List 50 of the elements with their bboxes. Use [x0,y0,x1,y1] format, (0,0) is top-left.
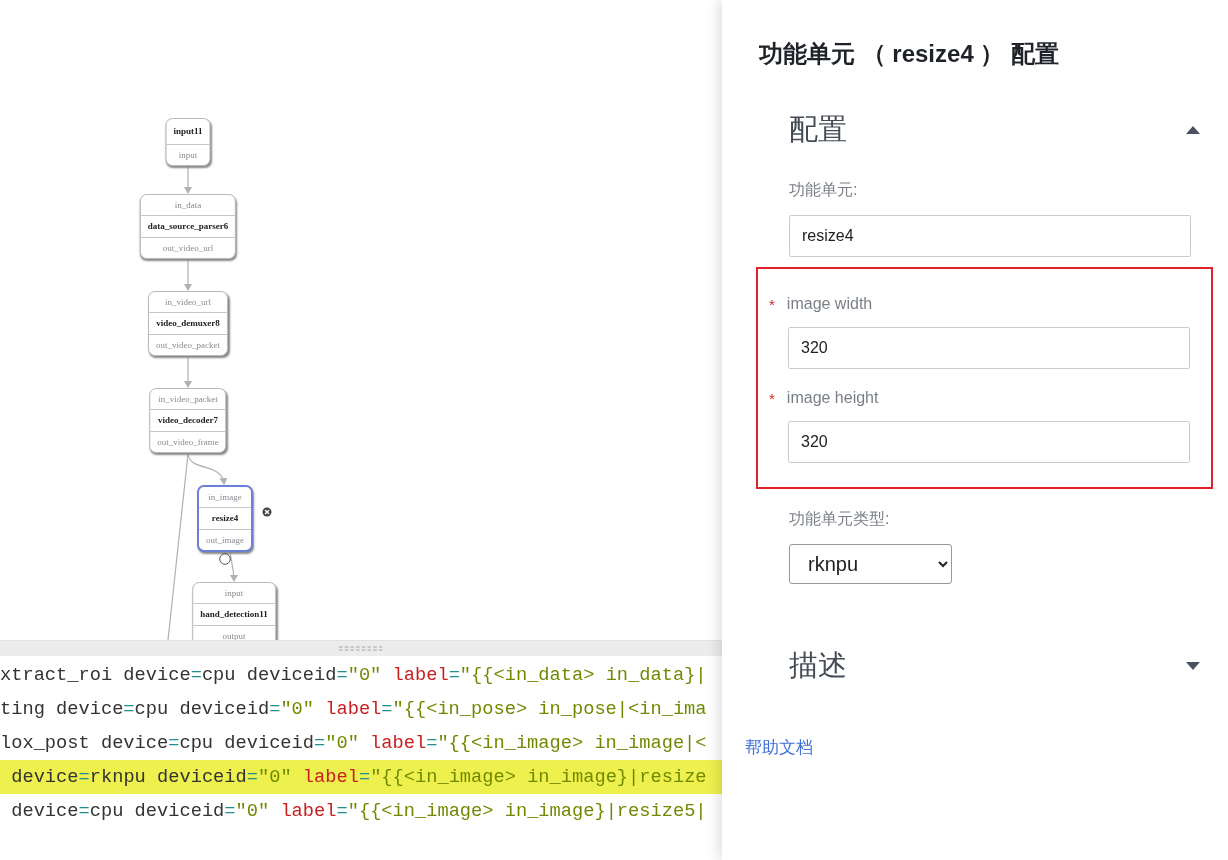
required-asterisk: * [769,295,775,313]
code-line: device=cpu deviceid="0" label="{{<in_image> in_image}|resize5| [10,799,708,824]
node-name: hand_detection11 [193,603,275,626]
caret-up-icon [1186,126,1200,134]
node-name: resize4 [199,507,251,530]
code-line: ting device=cpu deviceid="0" label="{{<in_pose> in_pose|<in_ima [0,697,708,722]
type-dropdown[interactable]: rknpu [789,544,952,584]
output-port-label: out_video_frame [156,436,220,449]
input-port-label: in_video_packet [157,393,219,406]
section-header[interactable]: 配置 [759,100,1213,160]
node-name: data_source_parser6 [140,215,236,238]
field-label: 功能单元: [789,180,858,200]
resize-grip-icon[interactable] [339,646,383,651]
flow-node[interactable]: input11 input [165,118,211,166]
node-name: video_decoder7 [150,409,226,432]
section-header[interactable]: 描述 [759,636,1213,696]
code-line: xtract_roi device=cpu deviceid="0" label="{{<in_data> in_data}| [0,663,708,688]
text-field[interactable]: 320 [788,327,1190,369]
output-port-label: input [177,149,199,162]
required-asterisk: * [769,389,775,407]
connector-handle-icon[interactable] [219,553,231,565]
text-field[interactable]: resize4 [789,215,1191,257]
input-port-label: in_video_url [164,296,212,309]
caret-down-icon [1186,662,1200,670]
flow-node[interactable]: in_video_url video_demuxer8 out_video_packet [148,291,228,356]
field-label: image height [786,389,879,407]
edge-arrow [187,453,227,485]
flow-node[interactable]: in_video_packet video_decoder7 out_video_frame [149,388,227,453]
flow-node[interactable]: input hand_detection11 output [192,582,276,640]
help-link[interactable]: 帮助文档 [745,736,813,759]
text-field[interactable]: 320 [788,421,1190,463]
flow-node[interactable]: in_data data_source_parser6 out_video_url [139,194,237,259]
field-label: 功能单元类型: [789,509,890,529]
input-port-label: in_data [173,199,203,212]
edge-arrow [184,355,192,388]
input-port-label: input [223,587,245,600]
flow-node[interactable]: in_image resize4 out_image [197,485,253,552]
output-port-label: out_video_url [161,242,215,255]
edge-arrow [229,549,238,582]
close-icon[interactable] [262,507,272,517]
panel-title: 功能单元 （ resize4 ） 配置 [759,39,1061,69]
input-port-label: in_image [207,491,243,504]
node-name: input11 [166,119,210,145]
output-port-label: out_image [205,534,245,547]
edge-arrow [184,259,192,291]
code-line: lox_post device=cpu deviceid="0" label="{{<in_image> in_image|< [0,731,708,756]
output-port-label: out_video_packet [155,339,221,352]
node-name: video_demuxer8 [149,312,227,335]
field-label: image width [786,295,873,313]
output-port-label: output [221,630,247,640]
